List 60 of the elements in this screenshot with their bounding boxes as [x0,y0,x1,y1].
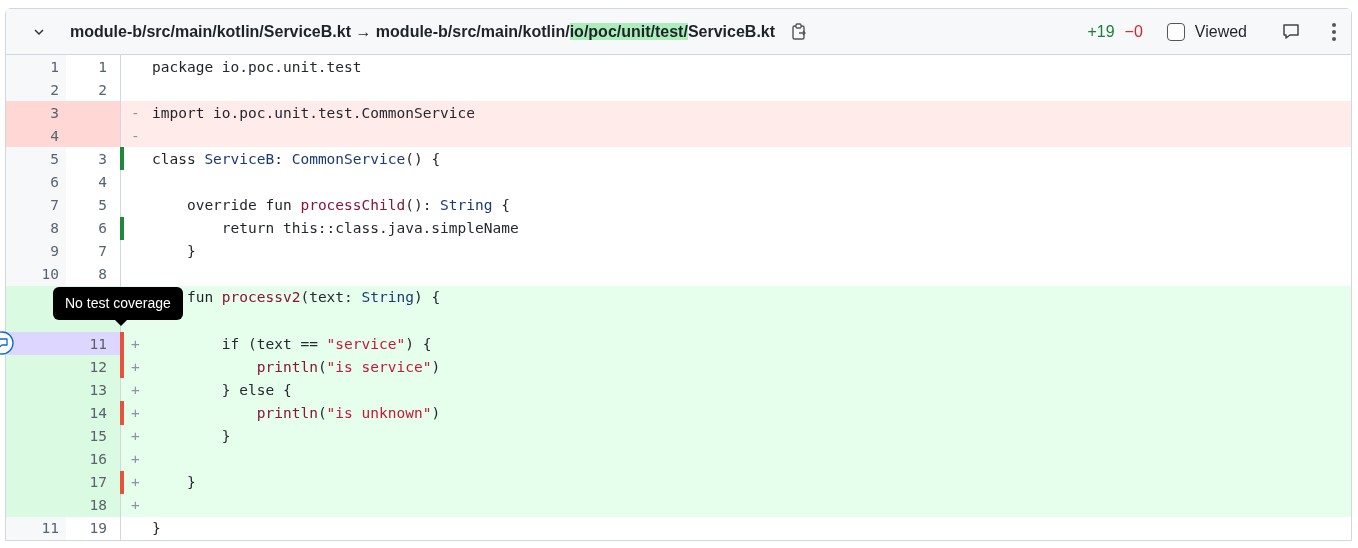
line-number[interactable]: 1 [98,58,107,75]
tooltip-pointer-icon [115,320,127,327]
code-line: return this::class.java.simpleName [220,220,519,237]
code-line: if (text == "service") { [220,335,432,352]
line-number[interactable]: 4 [98,174,107,190]
line-number[interactable]: 19 [89,520,107,537]
viewed-checkbox[interactable]: Viewed [1166,22,1247,41]
line-number[interactable]: 7 [98,243,107,260]
diff-marker: + [131,451,140,468]
line-number[interactable]: 16 [89,451,107,468]
code-line: } else { [220,381,292,398]
line-number[interactable]: 18 [89,497,107,514]
line-number[interactable]: 9 [50,243,59,260]
diff-marker: - [131,127,140,144]
line-number[interactable]: 6 [50,174,59,190]
copy-icon[interactable] [791,22,808,41]
code-line: println("is service") [255,358,441,375]
comment-icon[interactable] [1281,21,1301,42]
line-number[interactable]: 2 [50,81,59,98]
code-line: } [152,520,161,537]
line-number[interactable]: 14 [89,404,107,421]
line-number[interactable]: 12 [89,358,107,375]
line-number[interactable]: 3 [50,104,59,121]
code-line: package io.poc.unit.test [152,58,362,75]
diff-marker: + [131,497,140,514]
line-number[interactable]: 8 [50,220,59,237]
line-number[interactable]: 15 [89,428,107,445]
diff-marker: + [131,335,140,352]
line-number[interactable]: 2 [98,81,107,98]
deletions-count: −0 [1124,22,1143,41]
diff-marker: + [131,358,140,375]
line-number[interactable]: 4 [50,127,59,144]
line-number[interactable]: 11 [89,335,107,352]
code-line: override fun processChild(): String { [185,197,510,214]
more-icon[interactable] [1331,21,1337,42]
line-number[interactable]: 8 [98,266,107,283]
line-number[interactable]: 3 [98,150,107,167]
line-number[interactable]: 11 [41,520,59,537]
line-number[interactable]: 10 [41,266,59,283]
code-line: println("is unknown") [255,404,441,421]
line-number[interactable]: 7 [50,197,59,214]
code-line: } [220,428,231,445]
additions-count: +19 [1087,22,1115,41]
diff-marker: + [131,474,140,491]
diff-marker: + [131,404,140,421]
line-number[interactable]: 5 [98,197,107,214]
line-number[interactable]: 17 [89,474,107,491]
diff-marker: + [131,428,140,445]
code-line: class ServiceB: CommonService() { [152,150,441,167]
diff-marker: - [131,104,140,121]
diff-marker: + [131,381,140,398]
tooltip: No test coverage [53,287,183,321]
line-number[interactable]: 1 [50,58,59,75]
line-number[interactable]: 5 [50,150,59,167]
code-line: } [185,474,196,491]
code-line: import io.poc.unit.test.CommonService [152,104,475,121]
file-path[interactable]: module-b/src/main/kotlin/ServiceB.kt → module-b/src/main/kotlin/io/poc/unit/test/ServiceB.kt [70,22,776,41]
line-number[interactable]: 6 [98,220,107,237]
code-line: } [185,243,196,260]
line-number[interactable]: 13 [89,381,107,398]
